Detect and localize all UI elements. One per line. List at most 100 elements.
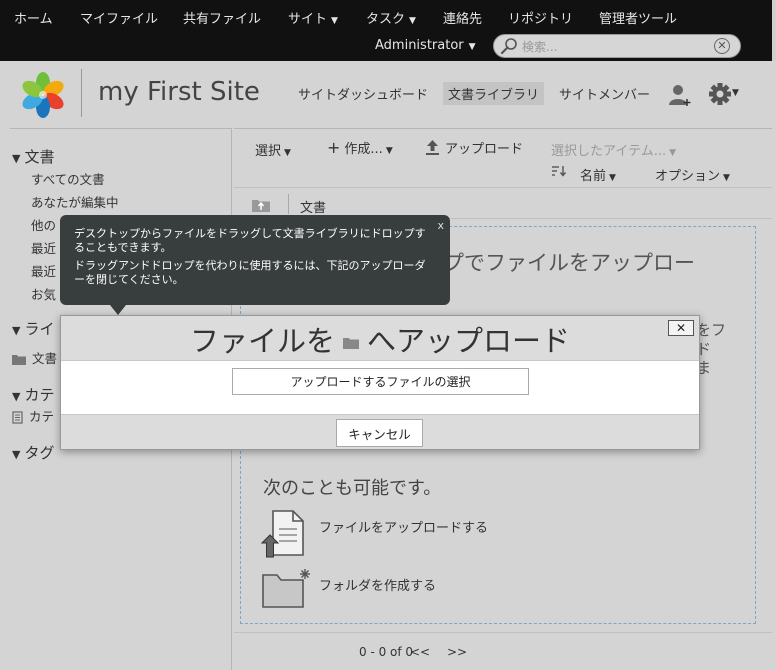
dialog-title-part1: ファイルを (189, 324, 335, 358)
site-title: my First Site (98, 77, 260, 107)
next-page-button[interactable]: >> (447, 645, 467, 659)
sidebar-library-item-label: 文書 (32, 351, 58, 366)
topnav-repository[interactable]: リポジトリ (508, 8, 573, 27)
divider (288, 194, 289, 214)
options-menu[interactable]: オプション ▼ (655, 165, 730, 184)
chevron-down-icon: ▼ (732, 88, 739, 98)
create-folder-icon (262, 569, 310, 608)
create-menu-button[interactable]: + 作成... ▼ (327, 138, 393, 157)
topnav-home[interactable]: ホーム (14, 8, 53, 27)
dialog-title-part2: へアップロード (367, 324, 571, 358)
drop-zone-side-line: ド (696, 340, 712, 358)
sitenav-document-library[interactable]: 文書ライブラリ (443, 82, 545, 105)
drag-drop-tooltip: デスクトップからファイルをドラッグして文書ライブラリにドロップすることもできます… (60, 215, 450, 315)
sidebar-item-editing[interactable]: あなたが編集中 (31, 192, 119, 211)
dialog-close-button[interactable]: ✕ (668, 320, 694, 336)
select-files-button[interactable]: アップロードするファイルの選択 (232, 368, 529, 395)
category-icon (12, 411, 23, 424)
drop-zone-side-line: ま (696, 359, 712, 377)
sidebar-categories-head[interactable]: ▼ カテ (12, 384, 54, 405)
topnav-shared-files[interactable]: 共有ファイル (183, 8, 261, 27)
sitenav-dashboard[interactable]: サイトダッシュボード (298, 84, 428, 103)
upload-label: アップロード (445, 142, 524, 157)
page-info: 0 - 0 of 0 (359, 645, 414, 659)
upload-file-icon (261, 510, 304, 558)
tooltip-text-2: ドラッグアンドドロップを代わりに使用するには、下記のアップローダーを閉じてくださ… (74, 259, 426, 286)
topnav-contacts[interactable]: 連絡先 (443, 8, 482, 27)
sitenav-members[interactable]: サイトメンバー (559, 84, 650, 103)
chevron-down-icon: ▼ (669, 148, 677, 158)
chevron-down-icon: ▼ (409, 16, 416, 26)
create-label: 作成... (344, 142, 383, 157)
sidebar-item-library-documents[interactable]: 文書 (12, 348, 57, 367)
clear-search-icon[interactable]: ✕ (714, 38, 730, 54)
drop-zone-title: ロップでファイルをアップロー (401, 251, 695, 275)
breadcrumb-current: 文書 (300, 201, 327, 216)
tooltip-close-button[interactable]: x (437, 219, 444, 233)
previous-page-button[interactable]: << (410, 645, 430, 659)
options-label: オプション (655, 169, 721, 184)
search-icon (500, 38, 517, 55)
sort-icon (552, 166, 567, 177)
upload-button[interactable]: アップロード (426, 138, 523, 157)
gear-icon[interactable] (708, 82, 732, 106)
sidebar-tags-label: タグ (24, 444, 55, 462)
sidebar-category-item-label: カテ (29, 409, 55, 424)
sidebar-categories-label: カテ (24, 386, 55, 404)
plus-icon: + (327, 138, 341, 157)
upload-file-link[interactable]: ファイルをアップロードする (319, 517, 488, 536)
chevron-down-icon: ▼ (385, 146, 393, 156)
sidebar-tags-head[interactable]: ▼ タグ (12, 442, 54, 463)
topnav-tasks[interactable]: タスク ▼ (366, 8, 416, 27)
site-header: my First Site サイトダッシュボード 文書ライブラリ サイトメンバー… (0, 61, 772, 128)
sidebar-library-label: ライ (24, 320, 55, 338)
divider (81, 69, 82, 117)
alfresco-logo-icon (22, 72, 64, 118)
selected-items-label: 選択したアイテム... (551, 144, 667, 159)
chevron-down-icon: ▼ (331, 16, 338, 26)
sidebar-documents-label: 文書 (24, 148, 55, 166)
topnav-sites[interactable]: サイト ▼ (288, 8, 338, 27)
topnav-sites-label: サイト (288, 12, 328, 27)
also-title: 次のことも可能です。 (263, 478, 442, 499)
sidebar-library-head[interactable]: ▼ ライ (12, 318, 54, 339)
select-menu-button[interactable]: 選択 ▼ (255, 140, 291, 159)
sort-direction-icon[interactable] (552, 165, 567, 181)
sidebar-documents-head[interactable]: ▼ 文書 (12, 146, 54, 167)
upload-dialog: ファイルを へアップロード ✕ アップロードするファイルの選択 キャンセル (60, 315, 700, 450)
search-input[interactable] (522, 38, 702, 56)
sidebar-item-others-editing[interactable]: 他の (31, 215, 56, 234)
folder-up-icon[interactable] (252, 196, 270, 212)
sidebar-item-all-documents[interactable]: すべての文書 (31, 169, 105, 188)
upload-icon (426, 140, 439, 155)
dialog-header: ファイルを へアップロード ✕ (61, 316, 699, 360)
topnav-my-files[interactable]: マイファイル (80, 8, 158, 27)
sidebar-item-recently-added[interactable]: 最近 (31, 261, 56, 280)
folder-icon (12, 355, 26, 365)
topnav-tasks-label: タスク (366, 12, 406, 27)
drop-zone-side-line: をフ (696, 321, 727, 339)
chevron-down-icon: ▼ (468, 42, 476, 52)
search-box: ✕ (493, 34, 741, 58)
topnav-admin-tools[interactable]: 管理者ツール (599, 8, 677, 27)
folder-icon (343, 338, 359, 349)
triangle-down-icon: ▼ (12, 448, 21, 461)
sidebar-item-category-root[interactable]: カテ (12, 406, 54, 425)
sort-field-menu[interactable]: 名前 ▼ (580, 165, 616, 184)
user-name: Administrator (375, 38, 464, 53)
chevron-down-icon: ▼ (284, 148, 291, 158)
sidebar-item-favorites[interactable]: お気 (31, 284, 56, 303)
dialog-title: ファイルを へアップロード (61, 318, 699, 360)
top-bar: ホーム マイファイル 共有ファイル サイト ▼ タスク ▼ 連絡先 リポジトリ 管理… (0, 0, 776, 61)
drop-zone-side-text: をフ ド ま (696, 321, 756, 378)
selected-items-menu: 選択したアイテム... ▼ (551, 140, 676, 159)
create-folder-link[interactable]: フォルダを作成する (319, 575, 436, 594)
chevron-down-icon: ▼ (723, 173, 730, 183)
cancel-button[interactable]: キャンセル (336, 419, 423, 447)
select-label: 選択 (255, 144, 282, 159)
user-menu[interactable]: Administrator ▼ (375, 38, 476, 53)
tooltip-arrow (110, 305, 126, 315)
sidebar-item-recently-modified[interactable]: 最近 (31, 238, 56, 257)
invite-user-icon[interactable] (668, 83, 692, 107)
triangle-down-icon: ▼ (12, 324, 21, 337)
